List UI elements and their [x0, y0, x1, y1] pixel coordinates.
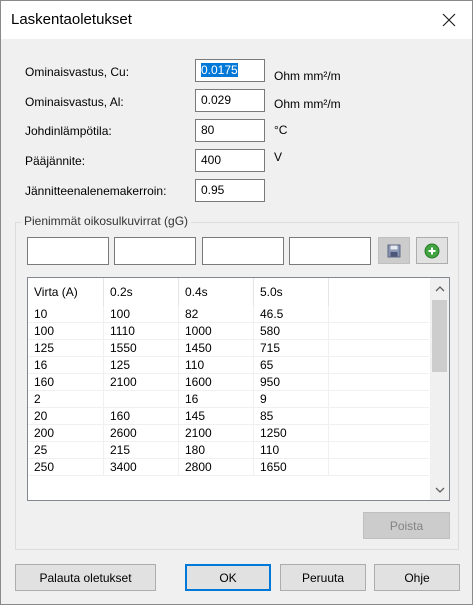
column-header-5-0s[interactable]: 5.0s: [254, 278, 329, 306]
table-cell: 250: [28, 459, 104, 476]
column-header-current[interactable]: Virta (A): [28, 278, 104, 306]
voltage-drop-coeff-label: Jännitteenalenemakerroin:: [25, 184, 167, 198]
table-header: Virta (A) 0.2s 0.4s 5.0s: [28, 278, 429, 306]
add-button[interactable]: [416, 237, 448, 264]
title-bar: Laskentaoletukset: [1, 1, 472, 39]
table-cell: 160: [104, 408, 179, 425]
table-cell: 1110: [104, 323, 179, 340]
table-row[interactable]: 2 16 9: [28, 391, 429, 408]
table-cell: 100: [104, 306, 179, 323]
table-cell: 2100: [104, 374, 179, 391]
table-cell: 1600: [179, 374, 254, 391]
table-cell: 715: [254, 340, 329, 357]
save-disk-icon: [387, 244, 401, 257]
group-label: Pienimmät oikosulkuvirrat (gG): [21, 214, 192, 228]
resistivity-cu-field[interactable]: 0.0175: [195, 59, 265, 82]
vertical-scrollbar[interactable]: [430, 278, 449, 500]
table-row[interactable]: 20 160 145 85: [28, 408, 429, 425]
main-voltage-label: Pääjännite:: [25, 154, 86, 168]
help-button[interactable]: Ohje: [374, 564, 460, 591]
window-title: Laskentaoletukset: [11, 11, 132, 28]
table-row[interactable]: 10 100 82 46.5: [28, 306, 429, 323]
table-cell: 1000: [179, 323, 254, 340]
chevron-down-icon: [435, 487, 444, 493]
table-row[interactable]: 250 3400 2800 1650: [28, 459, 429, 476]
resistivity-al-unit: Ohm mm²/m: [274, 97, 341, 111]
chevron-up-icon: [435, 285, 444, 291]
entry-5-0s-field[interactable]: [289, 237, 371, 265]
table-cell: 180: [179, 442, 254, 459]
table-cell: 1650: [254, 459, 329, 476]
table-cell: 20: [28, 408, 104, 425]
table-cell: 580: [254, 323, 329, 340]
table-cell: 1550: [104, 340, 179, 357]
table-cell: 16: [28, 357, 104, 374]
table-cell: 10: [28, 306, 104, 323]
table-cell: 16: [179, 391, 254, 408]
conductor-temp-unit: °C: [274, 123, 288, 137]
table-cell: 9: [254, 391, 329, 408]
table-cell: 200: [28, 425, 104, 442]
entry-0-4s-field[interactable]: [202, 237, 284, 265]
table-cell: 2100: [179, 425, 254, 442]
table-cell: 110: [179, 357, 254, 374]
table-cell: 110: [254, 442, 329, 459]
table-row[interactable]: 200 2600 2100 1250: [28, 425, 429, 442]
table-row[interactable]: 160 2100 1600 950: [28, 374, 429, 391]
resistivity-cu-label: Ominaisvastus, Cu:: [25, 65, 130, 79]
resistivity-al-label: Ominaisvastus, Al:: [25, 95, 124, 109]
scroll-down-button[interactable]: [430, 481, 449, 498]
conductor-temp-label: Johdinlämpötila:: [25, 124, 112, 138]
restore-defaults-button[interactable]: Palauta oletukset: [15, 564, 156, 591]
column-header-0-2s[interactable]: 0.2s: [104, 278, 179, 306]
table-cell: 2600: [104, 425, 179, 442]
resistivity-cu-unit: Ohm mm²/m: [274, 69, 341, 83]
close-icon: [442, 13, 456, 27]
table-cell: 215: [104, 442, 179, 459]
ok-button[interactable]: OK: [185, 564, 271, 591]
table-cell: 2: [28, 391, 104, 408]
scroll-up-button[interactable]: [430, 280, 449, 297]
table-cell: 82: [179, 306, 254, 323]
conductor-temp-field[interactable]: 80: [195, 119, 265, 142]
scroll-thumb[interactable]: [432, 300, 447, 372]
close-button[interactable]: [426, 1, 472, 39]
row-separator: [28, 475, 429, 476]
table-cell: 1250: [254, 425, 329, 442]
table-row[interactable]: 25 215 180 110: [28, 442, 429, 459]
delete-button[interactable]: Poista: [363, 512, 450, 539]
table-cell: 125: [104, 357, 179, 374]
table-row[interactable]: 125 1550 1450 715: [28, 340, 429, 357]
main-voltage-field[interactable]: 400: [195, 149, 265, 172]
table-row[interactable]: 16 125 110 65: [28, 357, 429, 374]
short-circuit-table[interactable]: Virta (A) 0.2s 0.4s 5.0s 10 100 82 46.5 100 1…: [27, 277, 450, 501]
table-cell: 46.5: [254, 306, 329, 323]
entry-current-field[interactable]: [27, 237, 109, 265]
table-cell: 25: [28, 442, 104, 459]
table-cell: 160: [28, 374, 104, 391]
table-cell: 3400: [104, 459, 179, 476]
voltage-drop-coeff-field[interactable]: 0.95: [195, 179, 265, 202]
dialog-window: Laskentaoletukset Ominaisvastus, Cu: 0.0…: [0, 0, 473, 605]
table-cell: [104, 391, 179, 408]
table-row[interactable]: 100 1110 1000 580: [28, 323, 429, 340]
table-cell: 145: [179, 408, 254, 425]
add-circle-icon: [424, 243, 440, 258]
entry-0-2s-field[interactable]: [114, 237, 196, 265]
table-cell: 85: [254, 408, 329, 425]
save-button[interactable]: [378, 237, 410, 264]
column-header-0-4s[interactable]: 0.4s: [179, 278, 254, 306]
table-cell: 2800: [179, 459, 254, 476]
main-voltage-unit: V: [274, 150, 283, 164]
table-cell: 1450: [179, 340, 254, 357]
table-cell: 65: [254, 357, 329, 374]
table-cell: 950: [254, 374, 329, 391]
cancel-button[interactable]: Peruuta: [280, 564, 366, 591]
table-cell: 125: [28, 340, 104, 357]
resistivity-al-field[interactable]: 0.029: [195, 89, 265, 112]
table-cell: 100: [28, 323, 104, 340]
